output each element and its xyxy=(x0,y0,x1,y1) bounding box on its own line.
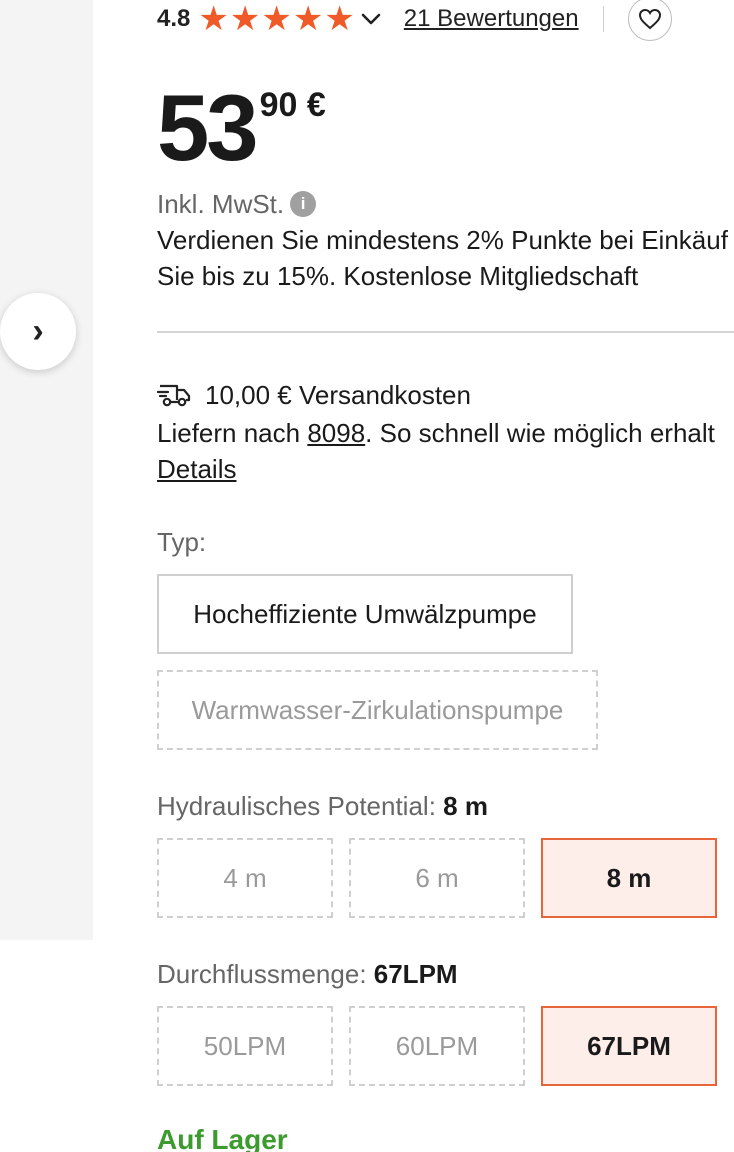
hydraulic-option-6m[interactable]: 6 m xyxy=(349,838,525,918)
zip-code-link[interactable]: 8098 xyxy=(307,418,365,448)
flow-selected: 67LPM xyxy=(373,959,458,989)
star-icon: ★ xyxy=(324,0,355,38)
rating-value: 4.8 xyxy=(157,5,191,32)
flow-label: Durchflussmenge: 67LPM xyxy=(157,959,458,989)
truck-icon xyxy=(157,384,191,407)
hydraulic-selected: 8 m xyxy=(443,791,488,821)
hydraulic-label: Hydraulisches Potential: 8 m xyxy=(157,791,488,821)
typ-option-hocheffizient[interactable]: Hocheffiziente Umwälzpumpe xyxy=(157,574,573,654)
delivery-info: Liefern nach 8098. So schnell wie möglic… xyxy=(157,416,734,450)
chevron-down-icon[interactable] xyxy=(360,8,382,30)
gallery-next-button[interactable]: › xyxy=(0,293,76,370)
price-integer: 53 xyxy=(157,75,259,180)
price-decimal: 90 € xyxy=(259,86,326,124)
typ-option-warmwasser[interactable]: Warmwasser-Zirkulationspumpe xyxy=(157,670,598,750)
shipping-cost: 10,00 € Versandkosten xyxy=(157,378,471,412)
stock-status: Auf Lager xyxy=(157,1124,288,1152)
heart-icon xyxy=(638,8,661,30)
points-line: Sie bis zu 15%. Kostenlose Mitgliedschaf… xyxy=(157,261,639,291)
delivery-details-link[interactable]: Details xyxy=(157,452,236,486)
rating-stars[interactable]: ★ ★ ★ ★ ★ xyxy=(198,2,355,36)
info-icon[interactable]: i xyxy=(290,191,317,217)
chevron-right-icon: › xyxy=(32,312,44,350)
flow-option-60lpm[interactable]: 60LPM xyxy=(349,1006,525,1086)
product-info: 4.8 ★ ★ ★ ★ ★ 21 Bewertungen 53 90 € Ink… xyxy=(157,0,734,1152)
star-icon: ★ xyxy=(229,0,261,38)
points-info: Verdienen Sie mindestens 2% Punkte bei E… xyxy=(157,222,734,294)
flow-option-67lpm[interactable]: 67LPM xyxy=(541,1006,717,1086)
star-icon: ★ xyxy=(198,0,229,38)
vat-label: Inkl. MwSt. xyxy=(157,188,285,219)
divider xyxy=(602,6,604,32)
wishlist-button[interactable] xyxy=(627,0,672,41)
price: 53 90 € xyxy=(157,78,326,178)
delivery-prefix: Liefern nach xyxy=(157,418,308,448)
section-divider xyxy=(157,331,734,333)
flow-option-50lpm[interactable]: 50LPM xyxy=(157,1006,333,1086)
image-gallery-panel xyxy=(0,0,93,940)
points-line: Verdienen Sie mindestens 2% Punkte bei E… xyxy=(157,225,728,255)
shipping-cost-label: 10,00 € Versandkosten xyxy=(205,379,471,410)
reviews-link[interactable]: 21 Bewertungen xyxy=(404,5,579,33)
hydraulic-option-4m[interactable]: 4 m xyxy=(157,838,333,918)
star-icon: ★ xyxy=(261,0,292,38)
star-icon: ★ xyxy=(292,0,324,38)
delivery-suffix: . So schnell wie möglich erhalt xyxy=(365,418,715,448)
rating-row: 4.8 ★ ★ ★ ★ ★ 21 Bewertungen xyxy=(157,0,734,41)
typ-label: Typ: xyxy=(157,527,207,557)
vat-note: Inkl. MwSt. i xyxy=(157,188,317,220)
hydraulic-option-8m[interactable]: 8 m xyxy=(541,838,717,918)
